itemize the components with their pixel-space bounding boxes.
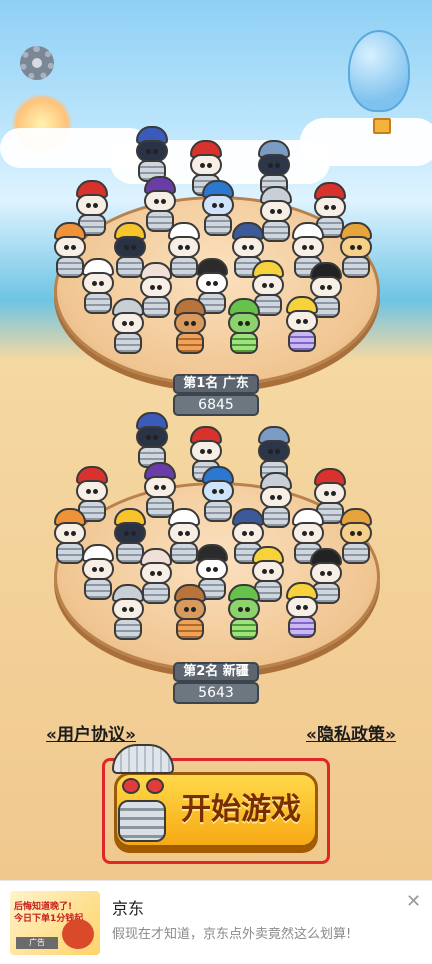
character-frog: [224, 584, 264, 642]
character-bear: [170, 298, 210, 356]
character-silver: [108, 298, 148, 356]
character-goggles: [282, 296, 322, 354]
rank-label-1: 第1名 广东: [173, 374, 259, 394]
character-crowd-1: [54, 126, 380, 366]
ad-banner[interactable]: 后悔知道晚了! 今日下单1分钱起 广告 京东 假现在才知道，京东点外卖竟然这么划…: [0, 880, 432, 964]
close-icon[interactable]: ✕: [406, 891, 421, 912]
food-icon: [62, 919, 94, 949]
character-frog: [224, 298, 264, 356]
ad-tag: 广告: [16, 937, 58, 949]
user-agreement-link[interactable]: «用户协议»: [46, 720, 136, 745]
ad-thumbnail[interactable]: 后悔知道晚了! 今日下单1分钱起 广告: [10, 891, 100, 955]
sunglasses-icon: [122, 778, 166, 794]
hot-air-balloon: [348, 30, 410, 134]
ad-description[interactable]: 假现在才知道，京东点外卖竟然这么划算!: [112, 923, 351, 942]
character-crowd-2: [54, 412, 380, 652]
gear-icon[interactable]: [20, 46, 54, 80]
score-display-2: 5643: [173, 682, 259, 704]
character-silver: [108, 584, 148, 642]
ad-title[interactable]: 京东: [112, 895, 144, 919]
mascot-character: [106, 744, 184, 844]
character-goggles: [282, 582, 322, 640]
character-bear: [170, 584, 210, 642]
game-screen: 第1名 广东 6845 第2名 新疆 5643 «用户协议» «隐私政策» 开始…: [0, 0, 432, 880]
rank-label-2: 第2名 新疆: [173, 662, 259, 682]
privacy-policy-link[interactable]: «隐私政策»: [306, 720, 396, 745]
